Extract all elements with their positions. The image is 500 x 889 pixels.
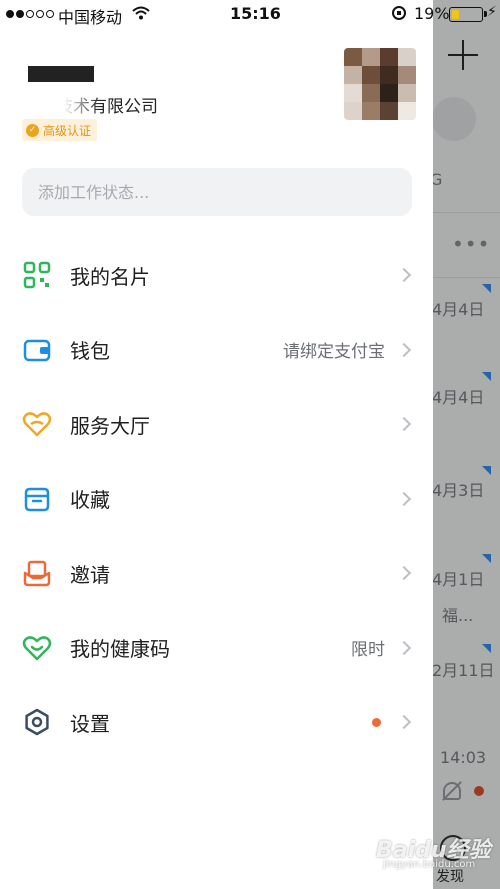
health-code-icon [22,633,52,663]
avatar[interactable] [344,48,416,120]
menu-item-invite[interactable]: 邀请 [0,536,433,611]
menu-item-favorites[interactable]: 收藏 [0,462,433,537]
badge-label: 高级认证 [43,123,92,138]
watermark-url: jingyan.baidu.com [383,859,476,870]
redaction-mask [20,90,100,114]
menu-label: 我的名片 [70,264,150,289]
chevron-right-icon [396,566,412,581]
menu-label: 设置 [70,711,110,736]
side-drawer: 信息技术有限公司 ✓ 高级认证 我的名片 [0,0,433,889]
notification-dot [372,717,381,727]
menu-item-wallet[interactable]: 钱包 请绑定支付宝 [0,313,433,388]
wifi-icon [132,6,150,24]
menu-label: 钱包 [70,339,110,364]
invite-icon [22,558,52,588]
chevron-right-icon [396,640,412,655]
limited-time-tag: 限时 [351,640,385,661]
qr-code-icon [22,260,52,290]
chevron-right-icon [396,268,412,283]
menu-label: 邀请 [70,562,110,587]
drawer-menu: 我的名片 钱包 请绑定支付宝 服务大厅 收藏 邀请 我的健康码 限时 设置 [0,238,433,760]
battery-icon [449,7,487,22]
chevron-right-icon [396,715,412,730]
clock: 15:16 [230,4,281,23]
menu-item-settings[interactable]: 设置 [0,685,433,760]
folder-icon [22,484,52,514]
menu-item-health-code[interactable]: 我的健康码 限时 [0,611,433,686]
badge-check-icon: ✓ [26,123,39,137]
chevron-right-icon [396,342,412,357]
carrier-name: 中国移动 [58,8,123,27]
menu-label: 收藏 [70,488,110,513]
chevron-right-icon [396,491,412,506]
rotation-lock-icon [392,6,406,20]
chevron-right-icon [396,417,412,432]
heart-hands-icon [22,409,52,439]
certification-badge[interactable]: ✓ 高级认证 [22,119,98,141]
status-bar: 中国移动 15:16 19% ⚡ [0,0,500,28]
menu-item-business-card[interactable]: 我的名片 [0,238,433,313]
work-status-input[interactable] [22,168,412,216]
wallet-icon [22,335,52,365]
charging-icon: ⚡ [487,4,497,20]
menu-item-service-hall[interactable]: 服务大厅 [0,387,433,462]
wallet-hint: 请绑定支付宝 [283,342,385,363]
menu-label: 我的健康码 [70,637,170,662]
battery-percent: 19% [414,4,450,23]
menu-label: 服务大厅 [70,413,150,438]
redacted-name [28,66,94,82]
signal-icon [6,10,54,18]
gear-icon [22,707,52,737]
